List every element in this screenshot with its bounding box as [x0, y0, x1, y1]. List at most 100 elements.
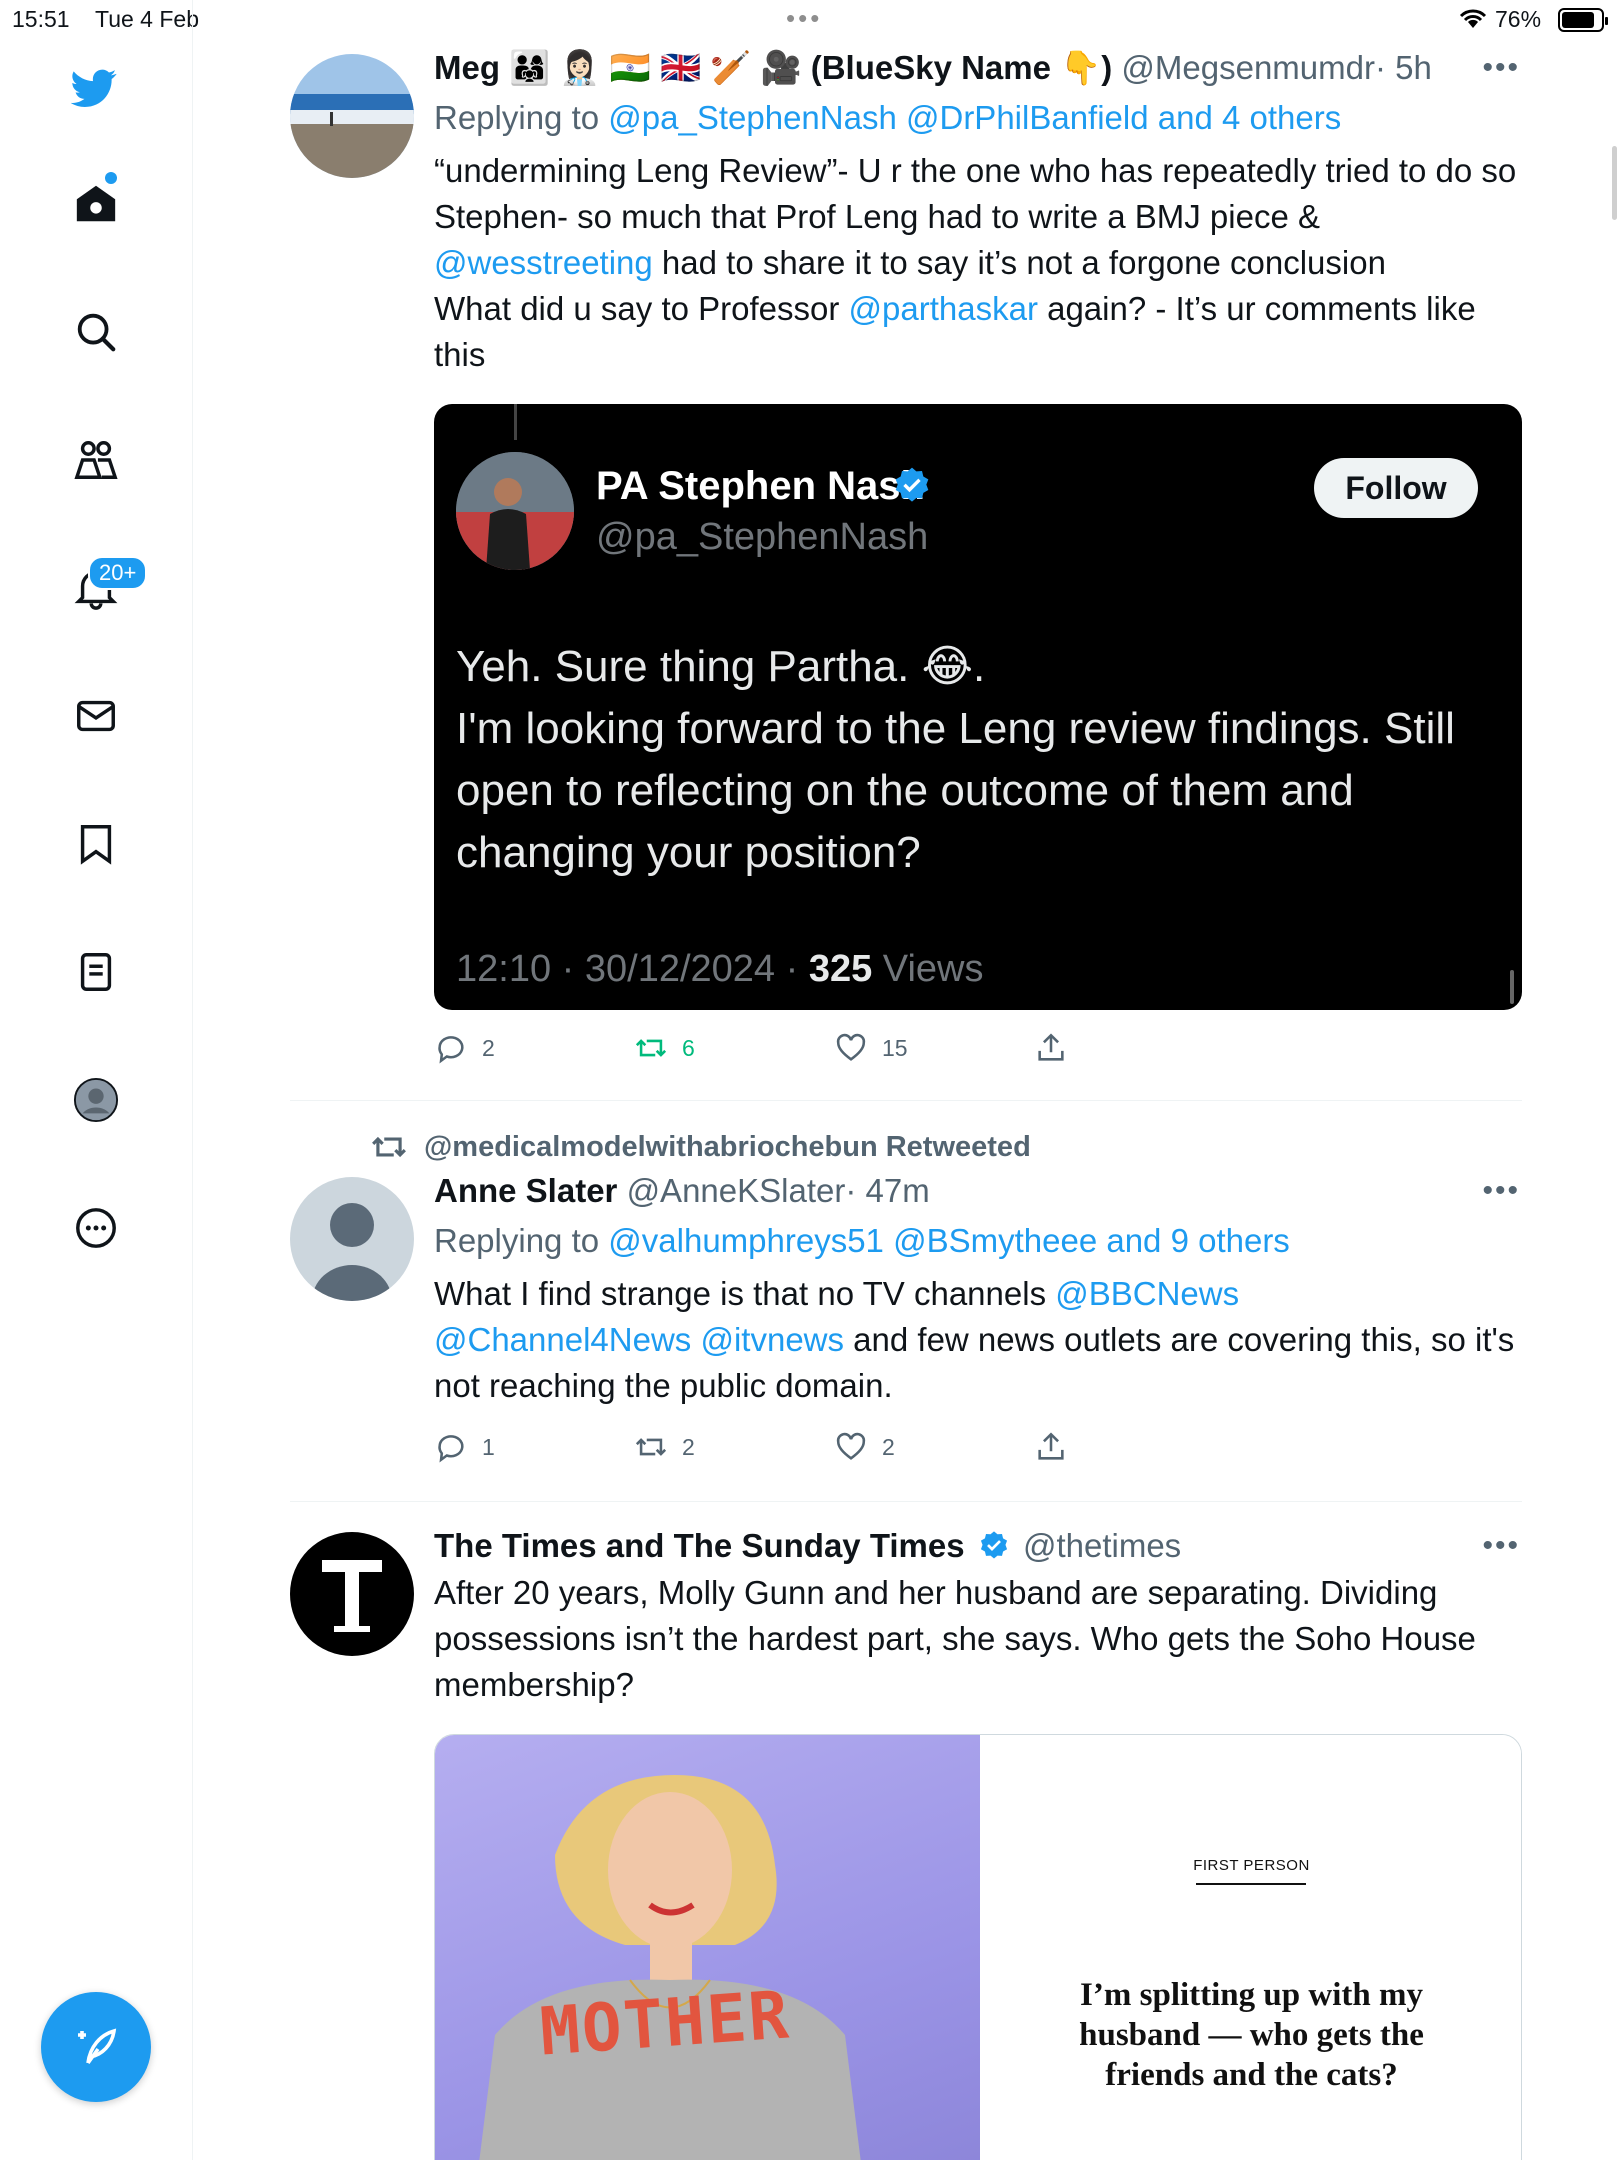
retweet-icon: [372, 1136, 406, 1158]
retweet-count: 2: [682, 1433, 695, 1460]
author-name[interactable]: Anne Slater: [434, 1172, 617, 1209]
lists-icon[interactable]: [70, 946, 122, 998]
tweet-header: Anne Slater @AnneKSlater· 47m •••: [434, 1171, 1522, 1211]
compose-icon: [78, 2028, 117, 2065]
replying-to-link[interactable]: @valhumphreys51 @BSmytheee and 9 others: [608, 1222, 1290, 1259]
mention-link[interactable]: @parthaskar: [849, 290, 1038, 327]
tweet-text-part: What did u say to Professor: [434, 290, 849, 327]
multitasking-dots-icon[interactable]: •••: [786, 5, 822, 31]
retweet-icon: [635, 1039, 667, 1057]
retweeted-by-label: @medicalmodelwithabriochebun Retweeted: [424, 1130, 1031, 1163]
mention-link[interactable]: @itvnews: [700, 1321, 844, 1358]
card-headline: I’m splitting up with my husband — who g…: [1079, 1977, 1424, 2093]
embed-text-line: I'm looking forward to the Leng review f…: [456, 704, 1455, 877]
mention-link[interactable]: @Channel4News: [434, 1321, 691, 1358]
tweet-text-part: What I find strange is that no TV channe…: [434, 1275, 1056, 1312]
like-icon: [836, 1033, 866, 1061]
card-kicker: FIRST PERSON: [1193, 1857, 1310, 1874]
more-icon[interactable]: [70, 1202, 122, 1254]
like-icon: [836, 1432, 866, 1460]
follow-button[interactable]: Follow: [1314, 458, 1478, 518]
avatar[interactable]: [290, 1532, 414, 1656]
tweet-header: Meg 👨‍👩‍👧 👩🏻‍⚕️ 🇮🇳 🇬🇧 🏏 🎥 (BlueSky Name …: [434, 48, 1522, 88]
share-icon: [1038, 1432, 1064, 1460]
reply-count: 2: [482, 1034, 495, 1061]
communities-icon[interactable]: [70, 434, 122, 486]
verified-icon: [895, 467, 929, 502]
tweet-text: What I find strange is that no TV channe…: [434, 1271, 1522, 1409]
wifi-icon: [1458, 8, 1488, 36]
reply-count: 1: [482, 1433, 495, 1460]
tweet[interactable]: @medicalmodelwithabriochebun Retweeted A…: [290, 1101, 1522, 1502]
card-text-panel: FIRST PERSON I’m splitting up with my hu…: [980, 1735, 1521, 2160]
author-handle[interactable]: @thetimes: [1023, 1527, 1181, 1564]
retweeted-by[interactable]: @medicalmodelwithabriochebun Retweeted: [370, 1127, 1522, 1167]
reply-icon: [438, 1435, 464, 1463]
mail-icon[interactable]: [70, 690, 122, 742]
replying-to: Replying to @valhumphreys51 @BSmytheee a…: [434, 1221, 1522, 1261]
home-unread-dot: [105, 172, 117, 184]
home-icon[interactable]: [70, 178, 122, 230]
like-count: 2: [882, 1433, 895, 1460]
search-icon[interactable]: [70, 306, 122, 358]
sidebar: 20+: [0, 0, 193, 2160]
mention-link[interactable]: @wesstreeting: [434, 244, 653, 281]
link-card[interactable]: MOTHER FIRST PERSON I’m splitting up wit…: [434, 1734, 1522, 2160]
embed-divider: [514, 404, 517, 440]
retweet-button[interactable]: 6: [634, 1031, 834, 1065]
notifications-badge: 20+: [88, 556, 148, 590]
tweet[interactable]: Meg 👨‍👩‍👧 👩🏻‍⚕️ 🇮🇳 🇬🇧 🏏 🎥 (BlueSky Name …: [290, 40, 1522, 1101]
battery-icon: [1558, 8, 1608, 32]
tweet-time: · 47m: [845, 1172, 930, 1209]
author-name[interactable]: Meg 👨‍👩‍👧 👩🏻‍⚕️ 🇮🇳 🇬🇧 🏏 🎥 (BlueSky Name …: [434, 49, 1112, 86]
replying-to-label: Replying to: [434, 99, 600, 136]
embed-text: Yeh. Sure thing Partha. 😂. I'm looking f…: [456, 636, 1496, 884]
embed-timestamp: 12:10 · 30/12/2024 ·: [456, 948, 809, 990]
like-button[interactable]: 15: [834, 1031, 1034, 1065]
more-options-icon[interactable]: •••: [1482, 1171, 1520, 1211]
avatar[interactable]: [290, 1177, 414, 1301]
more-options-icon[interactable]: •••: [1482, 48, 1520, 88]
embed-meta: 12:10 · 30/12/2024 · 325 Views: [456, 948, 983, 991]
avatar[interactable]: [290, 54, 414, 178]
tweet[interactable]: The Times and The Sunday Times @thetimes…: [290, 1502, 1522, 2160]
embed-views-label: Views: [872, 948, 984, 990]
card-image: MOTHER: [435, 1735, 980, 2160]
profile-icon[interactable]: [70, 1074, 122, 1126]
share-button[interactable]: [1034, 1430, 1234, 1464]
tweet-actions: 1 2 2: [434, 1427, 1522, 1467]
retweet-icon: [635, 1438, 667, 1456]
like-count: 15: [882, 1034, 908, 1061]
author-name[interactable]: The Times and The Sunday Times: [434, 1527, 965, 1564]
reply-button[interactable]: 1: [434, 1430, 634, 1464]
embed-author-handle: @pa_StephenNash: [596, 516, 929, 558]
author-handle[interactable]: @AnneKSlater: [627, 1172, 846, 1209]
share-button[interactable]: [1034, 1031, 1234, 1065]
retweet-button[interactable]: 2: [634, 1430, 834, 1464]
reply-button[interactable]: 2: [434, 1031, 634, 1065]
tweet-text: After 20 years, Molly Gunn and her husba…: [434, 1574, 1476, 1703]
mention-link[interactable]: @BBCNews: [1055, 1275, 1239, 1312]
scroll-indicator[interactable]: [1612, 146, 1617, 220]
embedded-screenshot[interactable]: PA Stephen Nash @pa_StephenNash Follow Y…: [434, 404, 1522, 1010]
kicker-underline: [1196, 1883, 1306, 1885]
replying-to-link[interactable]: @pa_StephenNash @DrPhilBanfield and 4 ot…: [608, 99, 1341, 136]
like-button[interactable]: 2: [834, 1430, 1034, 1464]
bookmark-icon[interactable]: [70, 818, 122, 870]
tweet-text: “undermining Leng Review”- U r the one w…: [434, 148, 1522, 378]
tweet-actions: 2 6 15: [434, 1028, 1522, 1068]
author-handle[interactable]: @Megsenmumdr: [1121, 49, 1375, 86]
retweet-count: 6: [682, 1034, 695, 1061]
timeline-feed: Meg 👨‍👩‍👧 👩🏻‍⚕️ 🇮🇳 🇬🇧 🏏 🎥 (BlueSky Name …: [290, 40, 1522, 2160]
embed-scrollbar: [1510, 970, 1514, 1004]
embed-avatar: [456, 452, 574, 570]
compose-button[interactable]: [41, 1992, 151, 2102]
verified-icon: [980, 1531, 1007, 1559]
twitter-logo-icon[interactable]: [68, 62, 120, 114]
embed-author-name: PA Stephen Nash: [596, 464, 925, 508]
more-options-icon[interactable]: •••: [1482, 1526, 1520, 1566]
embed-text-line: Yeh. Sure thing Partha. 😂.: [456, 642, 986, 691]
reply-icon: [438, 1036, 464, 1064]
tweet-time: · 5h: [1374, 49, 1432, 86]
embed-views-count: 325: [808, 948, 873, 990]
